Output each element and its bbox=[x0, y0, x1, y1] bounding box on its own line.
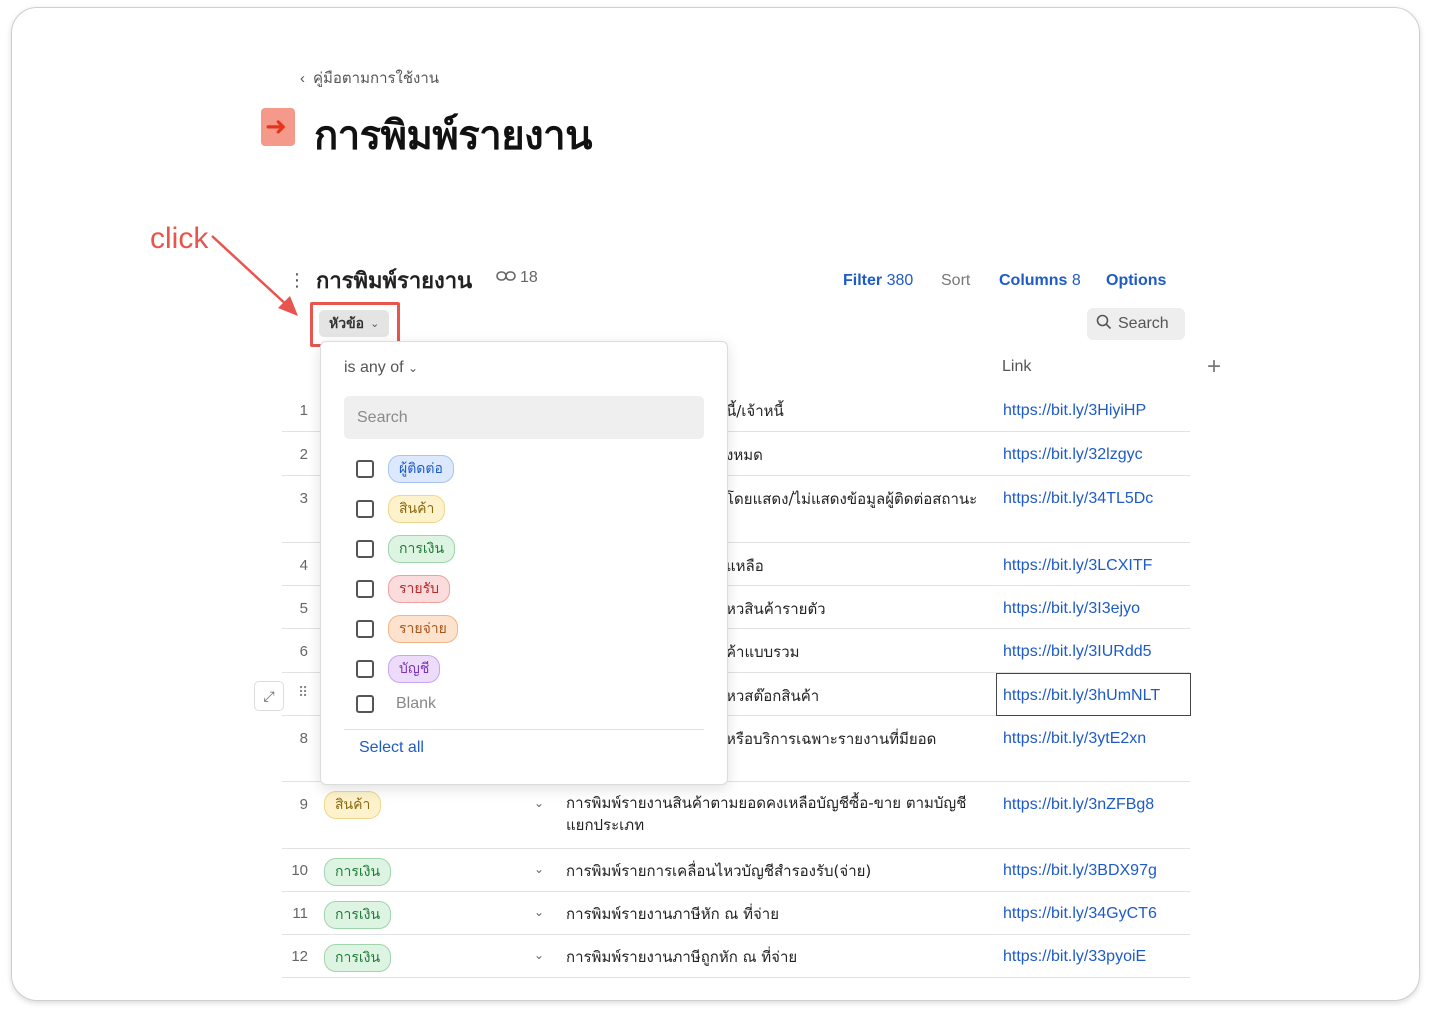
link-count-value: 18 bbox=[520, 269, 538, 286]
drag-handle-icon[interactable]: ⠿ bbox=[298, 684, 308, 701]
option-tag: สินค้า bbox=[388, 495, 446, 523]
option-finance[interactable]: การเงิน bbox=[356, 535, 456, 563]
sort-button[interactable]: Sort bbox=[941, 272, 970, 290]
topic-filter-dropdown: is any of ⌄ ผู้ติดต่อ สินค้า การเงิน ราย… bbox=[320, 341, 728, 785]
option-contact[interactable]: ผู้ติดต่อ bbox=[356, 455, 454, 483]
row-title[interactable]: การพิมพ์รายงานสินค้าตามยอดคงเหลือบัญชีซื… bbox=[566, 792, 986, 836]
row-topic[interactable]: การเงิน bbox=[324, 858, 392, 886]
chevron-down-icon[interactable]: ⌄ bbox=[534, 796, 544, 810]
row-number: 2 bbox=[299, 446, 308, 463]
option-expense[interactable]: รายจ่าย bbox=[356, 615, 458, 643]
table-title: การพิมพ์รายงาน bbox=[316, 269, 473, 294]
columns-label: Columns bbox=[999, 272, 1068, 289]
page-title: การพิมพ์รายงาน bbox=[314, 113, 592, 159]
search-label: Search bbox=[1118, 315, 1169, 332]
filter-label: Filter bbox=[843, 272, 883, 289]
row-title[interactable]: การพิมพ์รายการเคลื่อนไหวบัญชีสำรองรับ(จ่… bbox=[566, 860, 986, 882]
filter-button[interactable]: Filter 380 bbox=[843, 272, 913, 290]
row-number: 5 bbox=[299, 600, 308, 617]
row-number: 4 bbox=[299, 557, 308, 574]
row-number: 12 bbox=[291, 948, 308, 965]
breadcrumb[interactable]: ‹ คู่มือตามการใช้งาน bbox=[300, 66, 439, 90]
table-row[interactable]: 10 การเงิน ⌄ การพิมพ์รายการเคลื่อนไหวบัญ… bbox=[282, 849, 1190, 892]
topic-tag: การเงิน bbox=[324, 944, 392, 972]
row-link[interactable]: https://bit.ly/32lzgyc bbox=[1003, 446, 1143, 464]
row-number: 10 bbox=[291, 862, 308, 879]
table-row[interactable]: 12 การเงิน ⌄ การพิมพ์รายงานภาษีถูกหัก ณ … bbox=[282, 935, 1190, 978]
row-number: 9 bbox=[299, 796, 308, 813]
option-income[interactable]: รายรับ bbox=[356, 575, 450, 603]
chevron-down-icon[interactable]: ⌄ bbox=[534, 948, 544, 962]
filter-operator-select[interactable]: is any of ⌄ bbox=[344, 359, 418, 377]
chevron-down-icon: ⌄ bbox=[408, 361, 419, 375]
expand-row-icon[interactable]: ⤢ bbox=[254, 681, 284, 711]
click-annotation-label: click bbox=[150, 222, 209, 255]
row-link[interactable]: https://bit.ly/34TL5Dc bbox=[1003, 490, 1153, 508]
row-number: 11 bbox=[292, 905, 308, 922]
row-number: 3 bbox=[299, 490, 308, 507]
row-link[interactable]: https://bit.ly/3LCXITF bbox=[1003, 557, 1152, 575]
row-title[interactable]: การพิมพ์รายงานภาษีถูกหัก ณ ที่จ่าย bbox=[566, 946, 986, 968]
row-topic[interactable]: การเงิน bbox=[324, 944, 392, 972]
chevron-down-icon[interactable]: ⌄ bbox=[534, 905, 544, 919]
row-link[interactable]: https://bit.ly/34GyCT6 bbox=[1003, 905, 1157, 923]
row-number: 8 bbox=[299, 730, 308, 747]
checkbox[interactable] bbox=[356, 695, 374, 713]
column-header-link[interactable]: Link bbox=[1002, 358, 1031, 376]
app-window: ‹ คู่มือตามการใช้งาน การพิมพ์รายงาน clic… bbox=[11, 7, 1420, 1001]
row-link[interactable]: https://bit.ly/3HiyiHP bbox=[1003, 402, 1146, 420]
topic-tag: การเงิน bbox=[324, 901, 392, 929]
row-link[interactable]: https://bit.ly/3I3ejyo bbox=[1003, 600, 1140, 618]
topic-tag: การเงิน bbox=[324, 858, 392, 886]
search-button[interactable]: Search bbox=[1087, 308, 1185, 340]
filter-count: 380 bbox=[886, 272, 914, 289]
row-title[interactable]: การพิมพ์รายงานภาษีหัก ณ ที่จ่าย bbox=[566, 903, 986, 925]
topic-tag: สินค้า bbox=[324, 791, 382, 819]
table-menu-icon[interactable]: ⋮ bbox=[288, 270, 306, 291]
option-product[interactable]: สินค้า bbox=[356, 495, 446, 523]
row-title[interactable]: โดยแสดง/ไม่แสดงข้อมูลผู้ติดต่อสถานะ bbox=[726, 488, 986, 510]
columns-button[interactable]: Columns 8 bbox=[999, 272, 1081, 290]
row-number: 1 bbox=[299, 402, 308, 419]
option-tag: ผู้ติดต่อ bbox=[388, 455, 454, 483]
row-link[interactable]: https://bit.ly/3IURdd5 bbox=[1003, 643, 1152, 661]
link-icon bbox=[496, 269, 516, 287]
arrow-right-icon bbox=[261, 108, 295, 146]
chevron-down-icon[interactable]: ⌄ bbox=[534, 862, 544, 876]
option-tag: บัญชี bbox=[388, 655, 441, 683]
options-button[interactable]: Options bbox=[1106, 272, 1166, 290]
table-row[interactable]: 9 สินค้า ⌄ การพิมพ์รายงานสินค้าตามยอดคงเ… bbox=[282, 782, 1190, 849]
option-blank[interactable]: Blank bbox=[356, 695, 436, 713]
add-column-icon[interactable]: + bbox=[1207, 353, 1221, 381]
checkbox[interactable] bbox=[356, 500, 374, 518]
checkbox[interactable] bbox=[356, 540, 374, 558]
row-link[interactable]: https://bit.ly/3nZFBg8 bbox=[1003, 796, 1154, 814]
dropdown-search-input[interactable] bbox=[344, 396, 704, 439]
option-account[interactable]: บัญชี bbox=[356, 655, 441, 683]
breadcrumb-label[interactable]: คู่มือตามการใช้งาน bbox=[313, 66, 439, 90]
filter-operator-label: is any of bbox=[344, 359, 404, 376]
row-link[interactable]: https://bit.ly/3ytE2xn bbox=[1003, 730, 1146, 748]
search-icon bbox=[1096, 314, 1112, 335]
row-topic[interactable]: การเงิน bbox=[324, 901, 392, 929]
checkbox[interactable] bbox=[356, 460, 374, 478]
table-row[interactable]: 11 การเงิน ⌄ การพิมพ์รายงานภาษีหัก ณ ที่… bbox=[282, 892, 1190, 935]
chevron-left-icon: ‹ bbox=[300, 69, 305, 87]
select-all-button[interactable]: Select all bbox=[359, 739, 424, 757]
checkbox[interactable] bbox=[356, 620, 374, 638]
selected-cell[interactable] bbox=[996, 673, 1191, 716]
option-tag: การเงิน bbox=[388, 535, 456, 563]
option-tag: รายจ่าย bbox=[388, 615, 458, 643]
row-link[interactable]: https://bit.ly/3BDX97g bbox=[1003, 862, 1157, 880]
checkbox[interactable] bbox=[356, 580, 374, 598]
row-number: 6 bbox=[299, 643, 308, 660]
checkbox[interactable] bbox=[356, 660, 374, 678]
link-count[interactable]: 18 bbox=[496, 269, 538, 287]
option-blank-label: Blank bbox=[396, 695, 437, 712]
divider bbox=[344, 729, 704, 730]
option-tag: รายรับ bbox=[388, 575, 450, 603]
row-link[interactable]: https://bit.ly/33pyoiE bbox=[1003, 948, 1146, 966]
row-topic[interactable]: สินค้า bbox=[324, 791, 382, 819]
columns-count: 8 bbox=[1071, 272, 1081, 289]
